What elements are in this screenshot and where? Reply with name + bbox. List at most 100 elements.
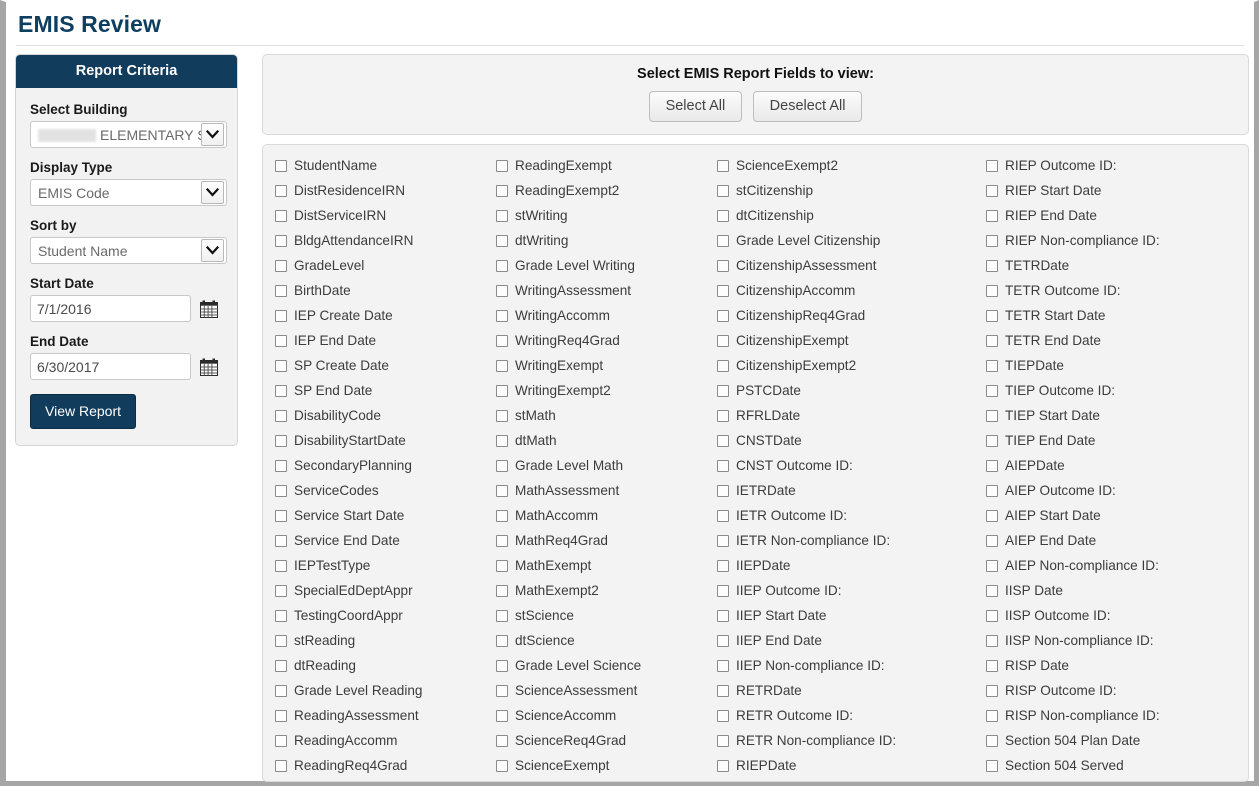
field-checkbox-item[interactable]: TestingCoordAppr	[268, 603, 489, 628]
checkbox-unchecked-icon[interactable]	[986, 759, 998, 772]
field-checkbox-item[interactable]: AIEP End Date	[979, 528, 1248, 553]
checkbox-unchecked-icon[interactable]	[275, 534, 287, 547]
field-checkbox-item[interactable]: IETR Non-compliance ID:	[710, 528, 979, 553]
field-checkbox-item[interactable]: Grade Level Citizenship	[710, 228, 979, 253]
field-checkbox-item[interactable]: MathAccomm	[489, 503, 710, 528]
checkbox-unchecked-icon[interactable]	[496, 584, 508, 597]
checkbox-unchecked-icon[interactable]	[986, 209, 998, 222]
field-checkbox-item[interactable]: IIEP Outcome ID:	[710, 578, 979, 603]
field-checkbox-item[interactable]: ServiceCodes	[268, 478, 489, 503]
checkbox-unchecked-icon[interactable]	[275, 284, 287, 297]
field-checkbox-item[interactable]: BirthDate	[268, 278, 489, 303]
field-checkbox-item[interactable]: MathReq4Grad	[489, 528, 710, 553]
field-checkbox-item[interactable]: BldgAttendanceIRN	[268, 228, 489, 253]
field-checkbox-item[interactable]: RISP Outcome ID:	[979, 678, 1248, 703]
field-checkbox-item[interactable]: RIEP Start Date	[979, 178, 1248, 203]
checkbox-unchecked-icon[interactable]	[275, 659, 287, 672]
checkbox-unchecked-icon[interactable]	[717, 484, 729, 497]
start-date-input[interactable]	[30, 295, 191, 322]
field-checkbox-item[interactable]: Grade Level Reading	[268, 678, 489, 703]
field-checkbox-item[interactable]: PSTCDate	[710, 378, 979, 403]
checkbox-unchecked-icon[interactable]	[986, 509, 998, 522]
end-date-input[interactable]	[30, 353, 191, 380]
display-type-dropdown[interactable]: EMIS Code	[30, 179, 227, 206]
field-checkbox-item[interactable]: IETRDate	[710, 478, 979, 503]
field-checkbox-item[interactable]: WritingExempt2	[489, 378, 710, 403]
field-checkbox-item[interactable]: IISP Date	[979, 578, 1248, 603]
checkbox-unchecked-icon[interactable]	[275, 334, 287, 347]
checkbox-unchecked-icon[interactable]	[717, 634, 729, 647]
field-checkbox-item[interactable]: CitizenshipAssessment	[710, 253, 979, 278]
calendar-icon[interactable]	[200, 358, 218, 376]
field-checkbox-item[interactable]: stReading	[268, 628, 489, 653]
checkbox-unchecked-icon[interactable]	[986, 709, 998, 722]
checkbox-unchecked-icon[interactable]	[496, 209, 508, 222]
checkbox-unchecked-icon[interactable]	[717, 534, 729, 547]
field-checkbox-item[interactable]: WritingAssessment	[489, 278, 710, 303]
checkbox-unchecked-icon[interactable]	[717, 384, 729, 397]
field-checkbox-item[interactable]: Grade Level Math	[489, 453, 710, 478]
checkbox-unchecked-icon[interactable]	[496, 709, 508, 722]
checkbox-unchecked-icon[interactable]	[986, 559, 998, 572]
checkbox-unchecked-icon[interactable]	[275, 559, 287, 572]
checkbox-unchecked-icon[interactable]	[717, 409, 729, 422]
field-checkbox-item[interactable]: TIEP Outcome ID:	[979, 378, 1248, 403]
field-checkbox-item[interactable]: MathExempt2	[489, 578, 710, 603]
checkbox-unchecked-icon[interactable]	[275, 184, 287, 197]
checkbox-unchecked-icon[interactable]	[496, 159, 508, 172]
field-checkbox-item[interactable]: AIEP Outcome ID:	[979, 478, 1248, 503]
checkbox-unchecked-icon[interactable]	[275, 759, 287, 772]
checkbox-unchecked-icon[interactable]	[275, 684, 287, 697]
field-checkbox-item[interactable]: SP Create Date	[268, 353, 489, 378]
checkbox-unchecked-icon[interactable]	[717, 609, 729, 622]
field-checkbox-item[interactable]: RIEPDate	[710, 753, 979, 778]
field-checkbox-item[interactable]: CNST Outcome ID:	[710, 453, 979, 478]
field-checkbox-item[interactable]: IEPTestType	[268, 553, 489, 578]
checkbox-unchecked-icon[interactable]	[986, 684, 998, 697]
select-all-button[interactable]: Select All	[648, 91, 743, 122]
checkbox-unchecked-icon[interactable]	[717, 184, 729, 197]
field-checkbox-item[interactable]: TETR Start Date	[979, 303, 1248, 328]
field-checkbox-item[interactable]: DisabilityStartDate	[268, 428, 489, 453]
field-checkbox-item[interactable]: dtScience	[489, 628, 710, 653]
field-checkbox-item[interactable]: Grade Level Science	[489, 653, 710, 678]
field-checkbox-item[interactable]: RETRDate	[710, 678, 979, 703]
field-checkbox-item[interactable]: IEP Create Date	[268, 303, 489, 328]
field-checkbox-item[interactable]: CNSTDate	[710, 428, 979, 453]
field-checkbox-item[interactable]: stCitizenship	[710, 178, 979, 203]
field-checkbox-item[interactable]: dtMath	[489, 428, 710, 453]
checkbox-unchecked-icon[interactable]	[275, 159, 287, 172]
checkbox-unchecked-icon[interactable]	[275, 509, 287, 522]
field-checkbox-item[interactable]: Grade Level Writing	[489, 253, 710, 278]
field-checkbox-item[interactable]: ScienceExempt2	[710, 153, 979, 178]
checkbox-unchecked-icon[interactable]	[496, 734, 508, 747]
checkbox-unchecked-icon[interactable]	[275, 234, 287, 247]
field-checkbox-item[interactable]: ScienceReq4Grad	[489, 728, 710, 753]
field-checkbox-item[interactable]: RFRLDate	[710, 403, 979, 428]
field-checkbox-item[interactable]: IIEP End Date	[710, 628, 979, 653]
checkbox-unchecked-icon[interactable]	[986, 484, 998, 497]
checkbox-unchecked-icon[interactable]	[496, 484, 508, 497]
field-checkbox-item[interactable]: RISP Date	[979, 653, 1248, 678]
field-checkbox-item[interactable]: CitizenshipExempt	[710, 328, 979, 353]
field-checkbox-item[interactable]: GradeLevel	[268, 253, 489, 278]
checkbox-unchecked-icon[interactable]	[717, 559, 729, 572]
field-checkbox-item[interactable]: TIEP Start Date	[979, 403, 1248, 428]
field-checkbox-item[interactable]: ScienceAccomm	[489, 703, 710, 728]
checkbox-unchecked-icon[interactable]	[717, 259, 729, 272]
checkbox-unchecked-icon[interactable]	[986, 384, 998, 397]
field-checkbox-item[interactable]: AIEPDate	[979, 453, 1248, 478]
checkbox-unchecked-icon[interactable]	[986, 184, 998, 197]
checkbox-unchecked-icon[interactable]	[986, 634, 998, 647]
checkbox-unchecked-icon[interactable]	[986, 584, 998, 597]
field-checkbox-item[interactable]: RIEP Non-compliance ID:	[979, 228, 1248, 253]
field-checkbox-item[interactable]: RISP Non-compliance ID:	[979, 703, 1248, 728]
field-checkbox-item[interactable]: IISP Outcome ID:	[979, 603, 1248, 628]
checkbox-unchecked-icon[interactable]	[717, 584, 729, 597]
checkbox-unchecked-icon[interactable]	[496, 509, 508, 522]
field-checkbox-item[interactable]: DistResidenceIRN	[268, 178, 489, 203]
checkbox-unchecked-icon[interactable]	[717, 309, 729, 322]
chevron-down-icon[interactable]	[201, 123, 224, 146]
deselect-all-button[interactable]: Deselect All	[752, 91, 863, 122]
field-checkbox-item[interactable]: SP End Date	[268, 378, 489, 403]
